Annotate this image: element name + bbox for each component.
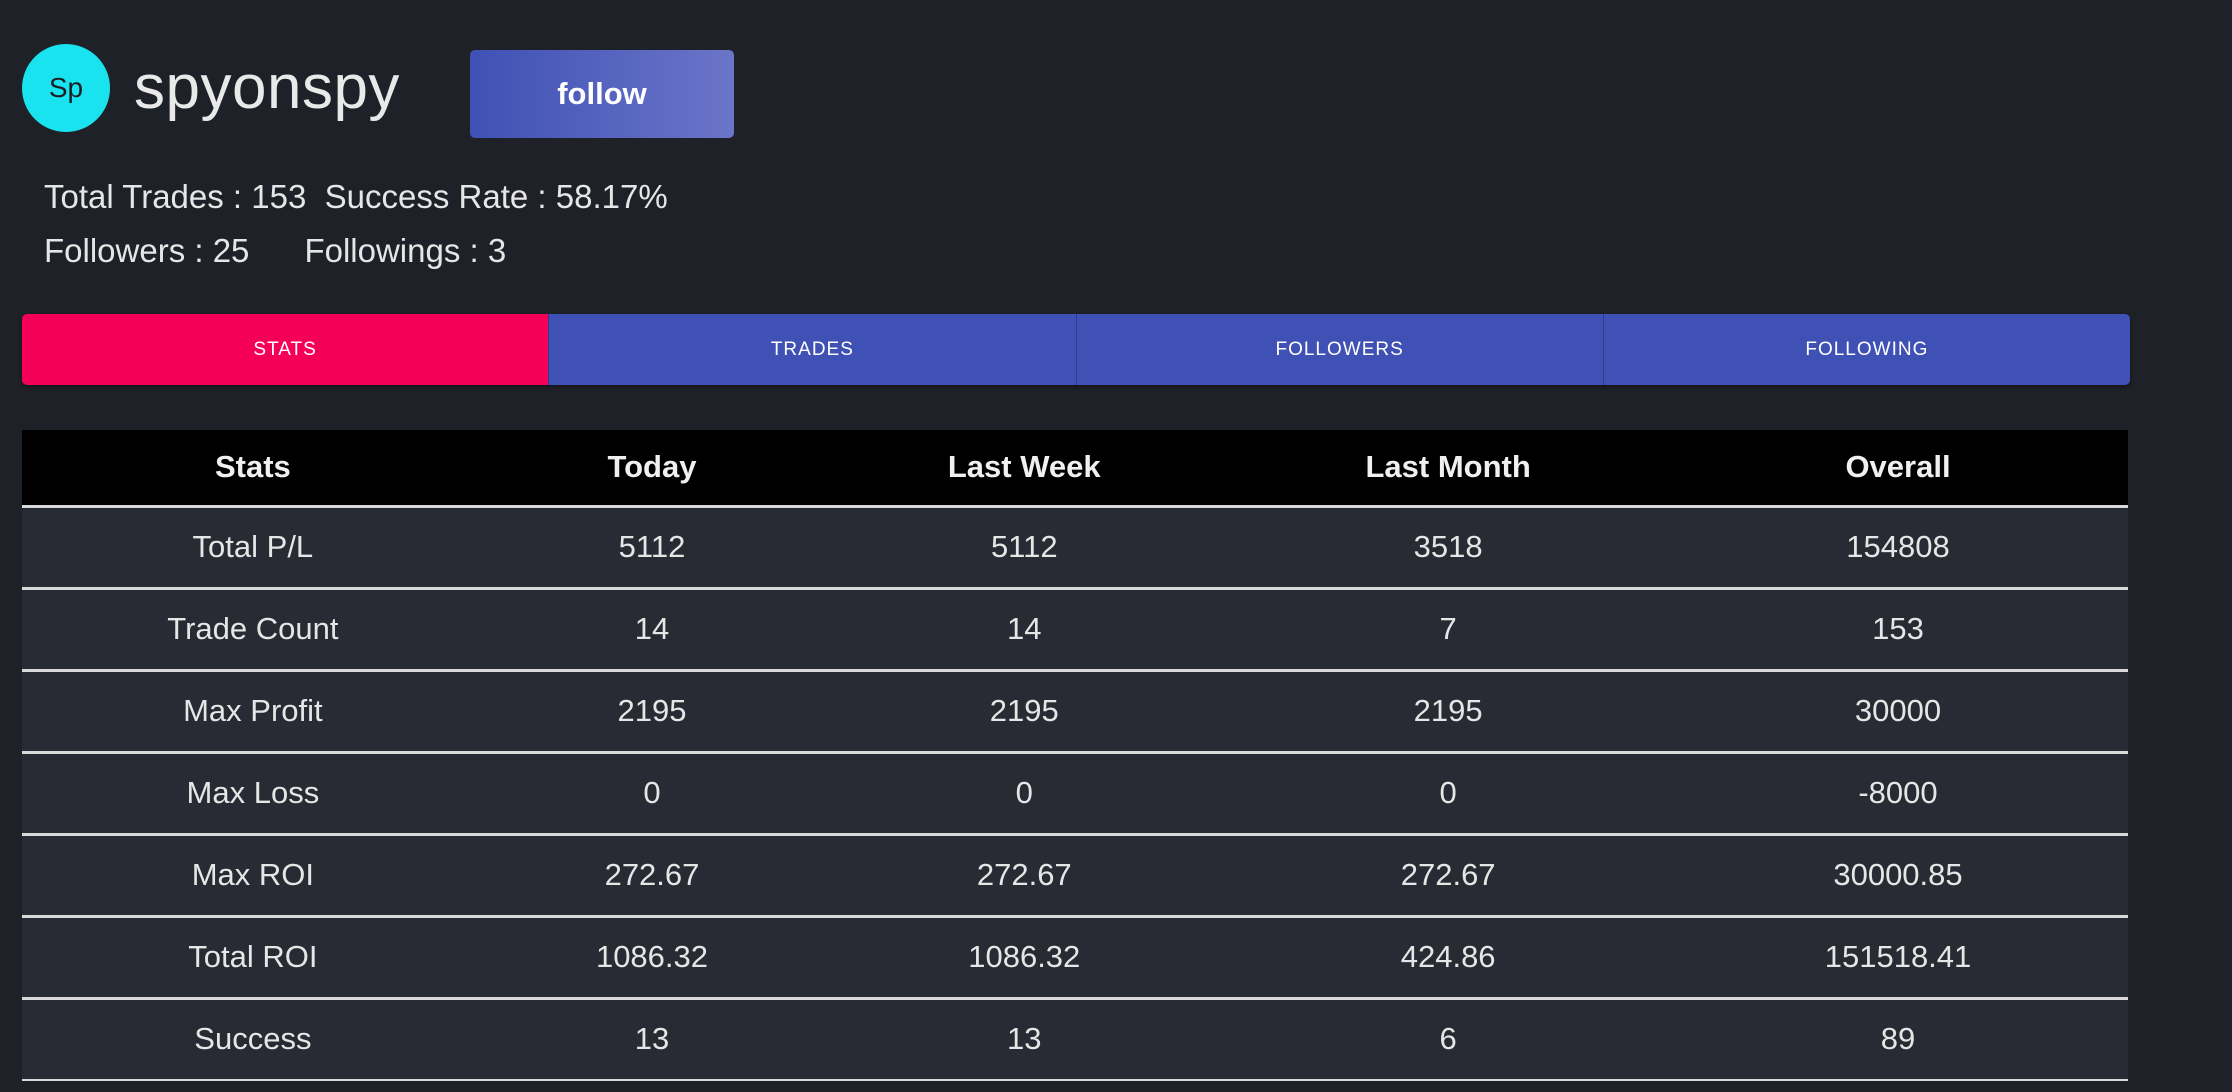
cell-last-week: 272.67 — [820, 834, 1229, 918]
cell-overall: 151518.41 — [1668, 916, 2128, 1000]
cell-today: 5112 — [483, 506, 821, 590]
row-label: Success — [22, 998, 484, 1081]
table-row: Total ROI 1086.32 1086.32 424.86 151518.… — [22, 916, 2128, 1000]
cell-last-month: 272.67 — [1228, 834, 1669, 918]
table-row: Trade Count 14 14 7 153 — [22, 588, 2128, 672]
tab-stats[interactable]: STATS — [22, 314, 549, 385]
cell-today: 13 — [483, 998, 821, 1081]
cell-last-month: 3518 — [1228, 506, 1669, 590]
table-row: Max Loss 0 0 0 -8000 — [22, 752, 2128, 836]
cell-overall: 30000.85 — [1668, 834, 2128, 918]
cell-last-week: 2195 — [820, 670, 1229, 754]
tab-following[interactable]: FOLLOWING — [1602, 314, 2130, 385]
row-label: Max Loss — [22, 752, 484, 836]
cell-last-week: 5112 — [820, 506, 1229, 590]
cell-today: 2195 — [483, 670, 821, 754]
cell-overall: 153 — [1668, 588, 2128, 672]
summary-line-follows: Followers : 25 Followings : 3 — [44, 232, 506, 270]
table-row: Max ROI 272.67 272.67 272.67 30000.85 — [22, 834, 2128, 918]
column-header-last-week: Last Week — [820, 430, 1229, 508]
tab-trades[interactable]: TRADES — [548, 314, 1076, 385]
cell-overall: 89 — [1668, 998, 2128, 1081]
username: spyonspy — [134, 53, 400, 122]
row-label: Max ROI — [22, 834, 484, 918]
column-header-stats: Stats — [22, 430, 484, 508]
cell-last-week: 14 — [820, 588, 1229, 672]
row-label: Total P/L — [22, 506, 484, 590]
table-row: Success 13 13 6 89 — [22, 998, 2128, 1081]
cell-last-month: 424.86 — [1228, 916, 1669, 1000]
cell-overall: 154808 — [1668, 506, 2128, 590]
cell-last-week: 0 — [820, 752, 1229, 836]
followers-count-text: Followers : 25 — [44, 232, 250, 269]
cell-last-month: 2195 — [1228, 670, 1669, 754]
profile-header: Sp spyonspy — [22, 44, 400, 132]
cell-today: 1086.32 — [483, 916, 821, 1000]
row-label: Max Profit — [22, 670, 484, 754]
cell-last-week: 13 — [820, 998, 1229, 1081]
cell-overall: 30000 — [1668, 670, 2128, 754]
total-trades-text: Total Trades : 153 — [44, 178, 307, 215]
cell-today: 0 — [483, 752, 821, 836]
table-row: Max Profit 2195 2195 2195 30000 — [22, 670, 2128, 754]
table-row: Total P/L 5112 5112 3518 154808 — [22, 506, 2128, 590]
cell-last-month: 0 — [1228, 752, 1669, 836]
cell-overall: -8000 — [1668, 752, 2128, 836]
summary-line-trades: Total Trades : 153 Success Rate : 58.17% — [44, 178, 668, 216]
followings-count-text: Followings : 3 — [304, 232, 507, 269]
column-header-overall: Overall — [1668, 430, 2128, 508]
row-label: Total ROI — [22, 916, 484, 1000]
column-header-last-month: Last Month — [1228, 430, 1669, 508]
success-rate-text: Success Rate : 58.17% — [324, 178, 668, 215]
cell-last-month: 6 — [1228, 998, 1669, 1081]
cell-today: 272.67 — [483, 834, 821, 918]
column-header-today: Today — [483, 430, 821, 508]
cell-today: 14 — [483, 588, 821, 672]
avatar: Sp — [22, 44, 110, 132]
profile-tabs: STATS TRADES FOLLOWERS FOLLOWING — [22, 314, 2130, 385]
follow-button[interactable]: follow — [470, 50, 734, 138]
cell-last-week: 1086.32 — [820, 916, 1229, 1000]
tab-followers[interactable]: FOLLOWERS — [1075, 314, 1603, 385]
table-header-row: Stats Today Last Week Last Month Overall — [22, 430, 2128, 508]
cell-last-month: 7 — [1228, 588, 1669, 672]
stats-table: Stats Today Last Week Last Month Overall… — [22, 430, 2128, 1081]
row-label: Trade Count — [22, 588, 484, 672]
